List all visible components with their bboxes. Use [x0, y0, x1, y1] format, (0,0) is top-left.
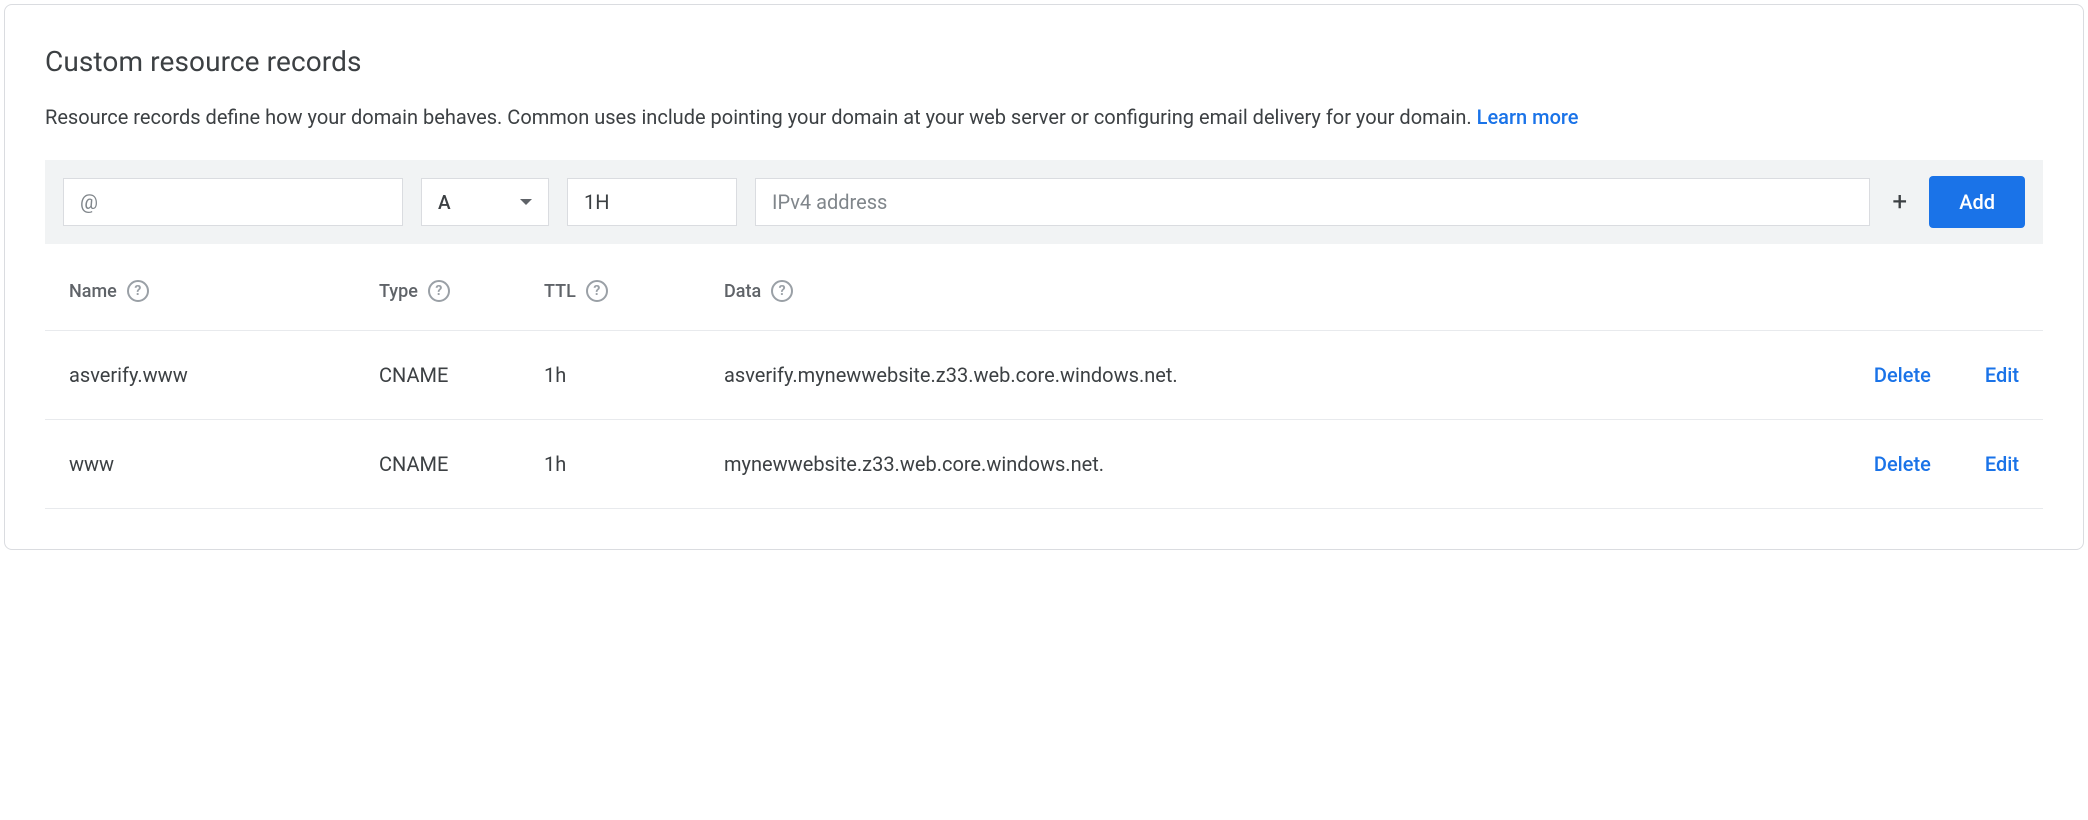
- cell-data: mynewwebsite.z33.web.core.windows.net.: [724, 452, 1874, 476]
- name-input[interactable]: [63, 178, 403, 226]
- table-row: asverify.www CNAME 1h asverify.mynewwebs…: [45, 331, 2043, 420]
- description: Resource records define how your domain …: [45, 102, 2043, 132]
- data-input[interactable]: [755, 178, 1870, 226]
- chevron-down-icon: [520, 199, 532, 205]
- cell-type: CNAME: [379, 452, 544, 476]
- cell-data: asverify.mynewwebsite.z33.web.core.windo…: [724, 363, 1874, 387]
- col-header-type: Type: [379, 281, 418, 302]
- add-record-bar: A + Add: [45, 160, 2043, 244]
- col-header-data: Data: [724, 281, 761, 302]
- help-icon[interactable]: ?: [771, 280, 793, 302]
- learn-more-link[interactable]: Learn more: [1477, 105, 1579, 129]
- page-title: Custom resource records: [45, 45, 2043, 78]
- edit-button[interactable]: Edit: [1985, 363, 2019, 387]
- dns-records-card: Custom resource records Resource records…: [4, 4, 2084, 550]
- help-icon[interactable]: ?: [127, 280, 149, 302]
- help-icon[interactable]: ?: [428, 280, 450, 302]
- table-header: Name ? Type ? TTL ? Data ?: [45, 252, 2043, 331]
- col-header-name: Name: [69, 281, 117, 302]
- cell-ttl: 1h: [544, 452, 724, 476]
- delete-button[interactable]: Delete: [1874, 363, 1931, 387]
- cell-ttl: 1h: [544, 363, 724, 387]
- type-select-value: A: [438, 191, 451, 214]
- delete-button[interactable]: Delete: [1874, 452, 1931, 476]
- table-row: www CNAME 1h mynewwebsite.z33.web.core.w…: [45, 420, 2043, 509]
- cell-name: asverify.www: [69, 363, 379, 387]
- type-select[interactable]: A: [421, 178, 549, 226]
- col-header-ttl: TTL: [544, 281, 576, 302]
- add-button[interactable]: Add: [1929, 176, 2025, 228]
- cell-name: www: [69, 452, 379, 476]
- description-text: Resource records define how your domain …: [45, 105, 1472, 129]
- ttl-input[interactable]: [567, 178, 737, 226]
- cell-type: CNAME: [379, 363, 544, 387]
- plus-icon[interactable]: +: [1888, 187, 1911, 217]
- edit-button[interactable]: Edit: [1985, 452, 2019, 476]
- records-table: Name ? Type ? TTL ? Data ? asverify.www …: [45, 252, 2043, 509]
- help-icon[interactable]: ?: [586, 280, 608, 302]
